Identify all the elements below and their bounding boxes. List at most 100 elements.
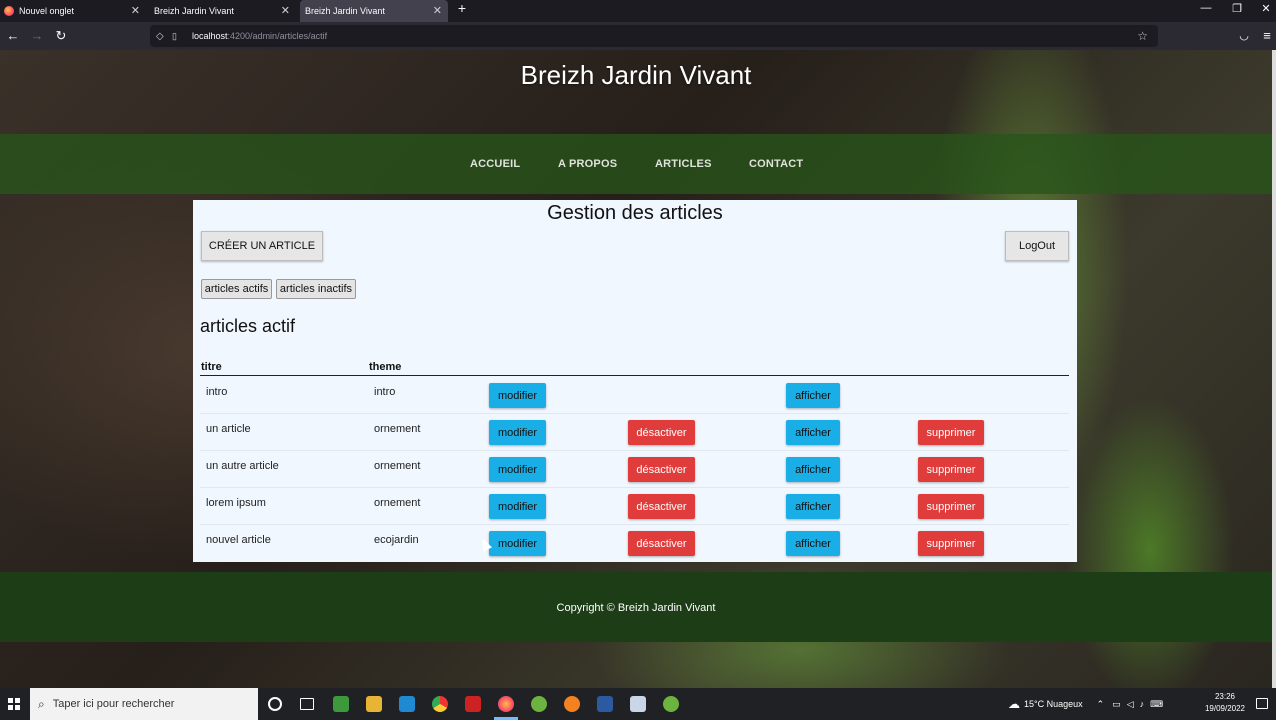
keyboard-icon[interactable]: ⌨ bbox=[1150, 699, 1163, 710]
cloud-icon: ☁ bbox=[1008, 697, 1020, 711]
row-theme: ecojardin bbox=[374, 534, 419, 546]
header-divider bbox=[200, 375, 1069, 376]
table-row: nouvel article ecojardin modifier désact… bbox=[200, 525, 1069, 562]
spring-tool-icon[interactable] bbox=[663, 696, 679, 712]
url-host: localhost bbox=[192, 31, 228, 41]
forward-icon[interactable]: → bbox=[29, 28, 45, 44]
page-scrollbar[interactable] bbox=[1272, 50, 1276, 688]
logout-button[interactable]: LogOut bbox=[1005, 231, 1069, 261]
weather-text[interactable]: 15°C Nuageux bbox=[1024, 699, 1083, 709]
column-header-theme: theme bbox=[369, 361, 402, 373]
afficher-button[interactable]: afficher bbox=[786, 531, 840, 556]
supprimer-button[interactable]: supprimer bbox=[918, 531, 984, 556]
browser-tab[interactable]: Nouvel onglet ✕ bbox=[0, 0, 146, 22]
menu-item-accueil[interactable]: ACCUEIL bbox=[470, 158, 520, 170]
afficher-button[interactable]: afficher bbox=[786, 457, 840, 482]
taskbar-search-box[interactable]: ⌕ Taper ici pour rechercher bbox=[30, 688, 258, 720]
inactive-articles-button[interactable]: articles inactifs bbox=[276, 279, 356, 299]
afficher-button[interactable]: afficher bbox=[786, 420, 840, 445]
row-theme: ornement bbox=[374, 497, 421, 509]
vscode-icon[interactable] bbox=[399, 696, 415, 712]
list-title: articles actif bbox=[200, 316, 296, 336]
app-window-icon[interactable] bbox=[630, 696, 646, 712]
url-bar[interactable]: ◇ ▯ localhost:4200/admin/articles/actif … bbox=[150, 25, 1158, 47]
desactiver-button[interactable]: désactiver bbox=[628, 494, 695, 519]
desactiver-button[interactable]: désactiver bbox=[628, 531, 695, 556]
volume-icon[interactable]: ◁ bbox=[1127, 699, 1134, 710]
close-tab-icon[interactable]: ✕ bbox=[281, 4, 290, 17]
task-view-icon[interactable] bbox=[300, 698, 314, 710]
supprimer-button[interactable]: supprimer bbox=[918, 457, 984, 482]
modifier-button[interactable]: modifier bbox=[489, 457, 546, 482]
firefox-icon[interactable] bbox=[498, 696, 514, 712]
supprimer-button[interactable]: supprimer bbox=[918, 420, 984, 445]
row-title: un autre article bbox=[206, 460, 279, 472]
windows-taskbar: ⌕ Taper ici pour rechercher ☁ 15°C Nuage… bbox=[0, 688, 1276, 720]
dbeaver-icon[interactable] bbox=[597, 696, 613, 712]
row-title: intro bbox=[206, 386, 228, 398]
row-theme: ornement bbox=[374, 423, 421, 435]
tab-title: Breizh Jardin Vivant bbox=[305, 6, 385, 16]
pocket-icon[interactable]: ◡ bbox=[1236, 28, 1252, 44]
afficher-button[interactable]: afficher bbox=[786, 494, 840, 519]
desactiver-button[interactable]: désactiver bbox=[628, 420, 695, 445]
browser-tab-active[interactable]: Breizh Jardin Vivant ✕ bbox=[300, 0, 448, 22]
browser-tab[interactable]: Breizh Jardin Vivant ✕ bbox=[150, 0, 296, 22]
desactiver-button[interactable]: désactiver bbox=[628, 457, 695, 482]
site-title: Breizh Jardin Vivant bbox=[520, 60, 752, 90]
supprimer-button[interactable]: supprimer bbox=[918, 494, 984, 519]
table-row: un article ornement modifier désactiver … bbox=[200, 414, 1069, 451]
restore-icon[interactable]: ❐ bbox=[1227, 2, 1247, 18]
row-theme: ornement bbox=[374, 460, 421, 472]
close-tab-icon[interactable]: ✕ bbox=[433, 4, 442, 17]
site-footer: Copyright © Breizh Jardin Vivant bbox=[0, 572, 1272, 642]
file-explorer-icon[interactable] bbox=[366, 696, 382, 712]
menu-icon[interactable]: ≡ bbox=[1259, 28, 1275, 44]
modifier-button[interactable]: modifier bbox=[489, 494, 546, 519]
tab-title: Nouvel onglet bbox=[19, 6, 75, 16]
taskbar-clock[interactable]: 23:26 19/09/2022 bbox=[1200, 691, 1250, 715]
afficher-button[interactable]: afficher bbox=[786, 383, 840, 408]
row-theme: intro bbox=[374, 386, 396, 398]
new-tab-icon[interactable]: + bbox=[452, 0, 472, 16]
bookmark-star-icon[interactable]: ☆ bbox=[1137, 29, 1148, 43]
postman-icon[interactable] bbox=[564, 696, 580, 712]
active-articles-button[interactable]: articles actifs bbox=[201, 279, 272, 299]
reload-icon[interactable]: ↻ bbox=[53, 28, 69, 44]
create-article-button[interactable]: CRÉER UN ARTICLE bbox=[201, 231, 323, 261]
clock-time: 23:26 bbox=[1214, 692, 1236, 701]
cortana-icon[interactable] bbox=[268, 697, 282, 711]
minimize-icon[interactable]: — bbox=[1196, 2, 1216, 18]
page-info-icon[interactable]: ▯ bbox=[172, 31, 177, 42]
modifier-button[interactable]: modifier bbox=[489, 420, 546, 445]
search-placeholder: Taper ici pour rechercher bbox=[52, 698, 175, 710]
close-tab-icon[interactable]: ✕ bbox=[131, 4, 140, 17]
row-title: nouvel article bbox=[206, 534, 271, 546]
spring-tool-icon[interactable] bbox=[531, 696, 547, 712]
filezilla-icon[interactable] bbox=[465, 696, 481, 712]
chrome-icon[interactable] bbox=[432, 696, 448, 712]
browser-toolbar: ← → ↻ ◇ ▯ localhost:4200/admin/articles/… bbox=[0, 22, 1276, 50]
modifier-button[interactable]: modifier bbox=[489, 383, 546, 408]
menu-item-a-propos[interactable]: A PROPOS bbox=[558, 158, 617, 170]
modifier-button[interactable]: modifier bbox=[489, 531, 546, 556]
notification-icon[interactable] bbox=[1256, 698, 1268, 709]
system-tray: ☁ 15°C Nuageux ⌃ ▭ ◁ ♪ ⌨ bbox=[1008, 688, 1163, 720]
windows-start-icon[interactable] bbox=[8, 698, 20, 710]
row-title: un article bbox=[206, 423, 251, 435]
table-row: lorem ipsum ornement modifier désactiver… bbox=[200, 488, 1069, 525]
notepad-plus-icon[interactable] bbox=[333, 696, 349, 712]
copyright-text: Copyright © Breizh Jardin Vivant bbox=[556, 602, 716, 614]
shield-icon[interactable]: ◇ bbox=[156, 31, 164, 42]
chevron-up-icon[interactable]: ⌃ bbox=[1097, 699, 1105, 710]
close-window-icon[interactable]: ✕ bbox=[1256, 2, 1276, 18]
browser-tab-strip: Nouvel onglet ✕ Breizh Jardin Vivant ✕ B… bbox=[0, 0, 1276, 22]
microphone-icon[interactable]: ♪ bbox=[1140, 699, 1145, 709]
back-icon[interactable]: ← bbox=[5, 28, 21, 44]
network-icon[interactable]: ▭ bbox=[1112, 699, 1121, 710]
column-header-titre: titre bbox=[201, 361, 222, 373]
table-row: un autre article ornement modifier désac… bbox=[200, 451, 1069, 488]
menu-item-contact[interactable]: CONTACT bbox=[749, 158, 803, 170]
menu-item-articles[interactable]: ARTICLES bbox=[655, 158, 712, 170]
articles-panel: Gestion des articles CRÉER UN ARTICLE Lo… bbox=[193, 200, 1077, 562]
